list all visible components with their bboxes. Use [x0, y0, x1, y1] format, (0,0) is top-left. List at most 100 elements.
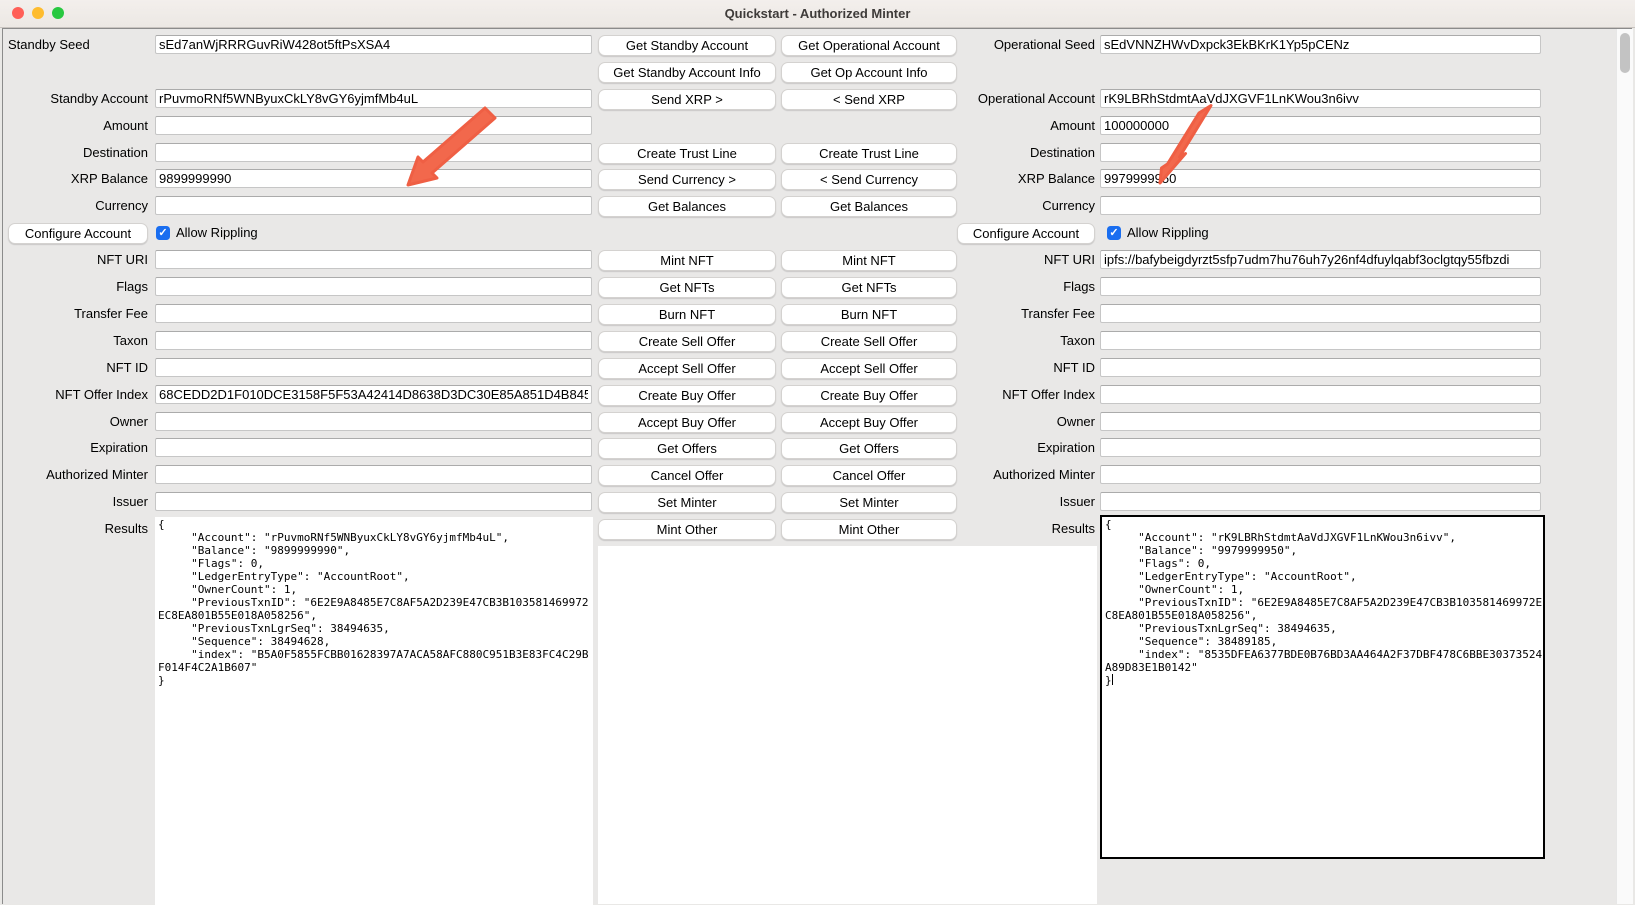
operational-taxon-input[interactable] — [1100, 331, 1541, 350]
standby-create-trust-line-button[interactable]: Create Trust Line — [598, 143, 776, 164]
middle-blank-panel — [598, 546, 1097, 904]
standby-burn-nft-button[interactable]: Burn NFT — [598, 304, 776, 325]
operational-cancel-offer-button[interactable]: Cancel Offer — [781, 465, 957, 486]
standby-get-offers-button[interactable]: Get Offers — [598, 438, 776, 459]
operational-accept-buy-offer-button[interactable]: Accept Buy Offer — [781, 412, 957, 433]
get-standby-account-button[interactable]: Get Standby Account — [598, 35, 776, 56]
operational-nft-id-label: NFT ID — [947, 358, 1095, 377]
standby-mint-other-button[interactable]: Mint Other — [598, 519, 776, 540]
operational-amount-input[interactable] — [1100, 116, 1541, 135]
operational-xrp-balance-input[interactable] — [1100, 169, 1541, 188]
operational-create-trust-line-button[interactable]: Create Trust Line — [781, 143, 957, 164]
operational-get-balances-button[interactable]: Get Balances — [781, 196, 957, 217]
operational-nft-offer-index-label: NFT Offer Index — [947, 385, 1095, 404]
standby-nft-uri-label: NFT URI — [0, 250, 148, 269]
standby-results-area[interactable]: { "Account": "rPuvmoRNf5WNByuxCkLY8vGY6y… — [155, 517, 593, 905]
standby-nft-uri-input[interactable] — [155, 250, 592, 269]
text-caret — [1112, 674, 1113, 685]
window-title: Quickstart - Authorized Minter — [0, 0, 1635, 27]
operational-results-area[interactable]: { "Account": "rK9LBRhStdmtAaVdJXGVF1LnKW… — [1100, 515, 1545, 859]
standby-owner-label: Owner — [0, 412, 148, 431]
standby-get-balances-button[interactable]: Get Balances — [598, 196, 776, 217]
operational-expiration-input[interactable] — [1100, 438, 1541, 457]
standby-taxon-input[interactable] — [155, 331, 592, 350]
standby-owner-input[interactable] — [155, 412, 592, 431]
operational-configure-account-button[interactable]: Configure Account — [957, 223, 1095, 244]
standby-mint-nft-button[interactable]: Mint NFT — [598, 250, 776, 271]
standby-configure-account-button[interactable]: Configure Account — [8, 223, 148, 244]
operational-currency-input[interactable] — [1100, 196, 1541, 215]
standby-nft-id-input[interactable] — [155, 358, 592, 377]
standby-amount-label: Amount — [0, 116, 148, 135]
standby-set-minter-button[interactable]: Set Minter — [598, 492, 776, 513]
standby-results-label: Results — [0, 519, 148, 538]
operational-get-nfts-button[interactable]: Get NFTs — [781, 277, 957, 298]
operational-transfer-fee-input[interactable] — [1100, 304, 1541, 323]
operational-destination-input[interactable] — [1100, 143, 1541, 162]
standby-amount-input[interactable] — [155, 116, 592, 135]
standby-cancel-offer-button[interactable]: Cancel Offer — [598, 465, 776, 486]
operational-burn-nft-button[interactable]: Burn NFT — [781, 304, 957, 325]
standby-nft-offer-index-input[interactable] — [155, 385, 592, 404]
standby-expiration-label: Expiration — [0, 438, 148, 457]
get-operational-account-button[interactable]: Get Operational Account — [781, 35, 957, 56]
standby-transfer-fee-input[interactable] — [155, 304, 592, 323]
standby-seed-input[interactable] — [155, 35, 592, 54]
operational-nft-id-input[interactable] — [1100, 358, 1541, 377]
standby-flags-input[interactable] — [155, 277, 592, 296]
standby-get-nfts-button[interactable]: Get NFTs — [598, 277, 776, 298]
operational-issuer-input[interactable] — [1100, 492, 1541, 511]
send-currency-left-button[interactable]: < Send Currency — [781, 169, 957, 190]
operational-mint-other-button[interactable]: Mint Other — [781, 519, 957, 540]
standby-create-buy-offer-button[interactable]: Create Buy Offer — [598, 385, 776, 406]
vertical-scrollbar-track[interactable] — [1616, 29, 1633, 904]
standby-currency-input[interactable] — [155, 196, 592, 215]
standby-currency-label: Currency — [0, 196, 148, 215]
operational-mint-nft-button[interactable]: Mint NFT — [781, 250, 957, 271]
standby-account-input[interactable] — [155, 89, 592, 108]
standby-create-sell-offer-button[interactable]: Create Sell Offer — [598, 331, 776, 352]
operational-allow-rippling-checkbox[interactable] — [1107, 226, 1121, 240]
operational-get-offers-button[interactable]: Get Offers — [781, 438, 957, 459]
operational-currency-label: Currency — [947, 196, 1095, 215]
vertical-scrollbar-thumb[interactable] — [1620, 33, 1630, 73]
operational-issuer-label: Issuer — [947, 492, 1095, 511]
operational-expiration-label: Expiration — [947, 438, 1095, 457]
standby-expiration-input[interactable] — [155, 438, 592, 457]
standby-authorized-minter-input[interactable] — [155, 465, 592, 484]
send-xrp-right-button[interactable]: Send XRP > — [598, 89, 776, 110]
operational-accept-sell-offer-button[interactable]: Accept Sell Offer — [781, 358, 957, 379]
operational-allow-rippling-label: Allow Rippling — [1127, 223, 1209, 242]
operational-nft-uri-label: NFT URI — [947, 250, 1095, 269]
operational-nft-offer-index-input[interactable] — [1100, 385, 1541, 404]
operational-account-input[interactable] — [1100, 89, 1541, 108]
operational-nft-uri-input[interactable] — [1100, 250, 1541, 269]
standby-accept-sell-offer-button[interactable]: Accept Sell Offer — [598, 358, 776, 379]
operational-authorized-minter-label: Authorized Minter — [947, 465, 1095, 484]
standby-issuer-input[interactable] — [155, 492, 592, 511]
standby-transfer-fee-label: Transfer Fee — [0, 304, 148, 323]
standby-allow-rippling-label: Allow Rippling — [176, 223, 258, 242]
operational-set-minter-button[interactable]: Set Minter — [781, 492, 957, 513]
operational-authorized-minter-input[interactable] — [1100, 465, 1541, 484]
standby-accept-buy-offer-button[interactable]: Accept Buy Offer — [598, 412, 776, 433]
operational-owner-input[interactable] — [1100, 412, 1541, 431]
send-currency-right-button[interactable]: Send Currency > — [598, 169, 776, 190]
get-op-account-info-button[interactable]: Get Op Account Info — [781, 62, 957, 83]
standby-nft-id-label: NFT ID — [0, 358, 148, 377]
standby-xrp-balance-input[interactable] — [155, 169, 592, 188]
standby-destination-input[interactable] — [155, 143, 592, 162]
operational-transfer-fee-label: Transfer Fee — [947, 304, 1095, 323]
operational-create-sell-offer-button[interactable]: Create Sell Offer — [781, 331, 957, 352]
standby-allow-rippling-checkbox[interactable] — [156, 226, 170, 240]
app-window: Quickstart - Authorized Minter Standby S… — [0, 0, 1635, 904]
standby-seed-label: Standby Seed — [8, 35, 90, 54]
operational-create-buy-offer-button[interactable]: Create Buy Offer — [781, 385, 957, 406]
get-standby-account-info-button[interactable]: Get Standby Account Info — [598, 62, 776, 83]
operational-seed-input[interactable] — [1100, 35, 1541, 54]
operational-flags-input[interactable] — [1100, 277, 1541, 296]
operational-account-label: Operational Account — [947, 89, 1095, 108]
send-xrp-left-button[interactable]: < Send XRP — [781, 89, 957, 110]
standby-account-label: Standby Account — [0, 89, 148, 108]
titlebar: Quickstart - Authorized Minter — [0, 0, 1635, 28]
